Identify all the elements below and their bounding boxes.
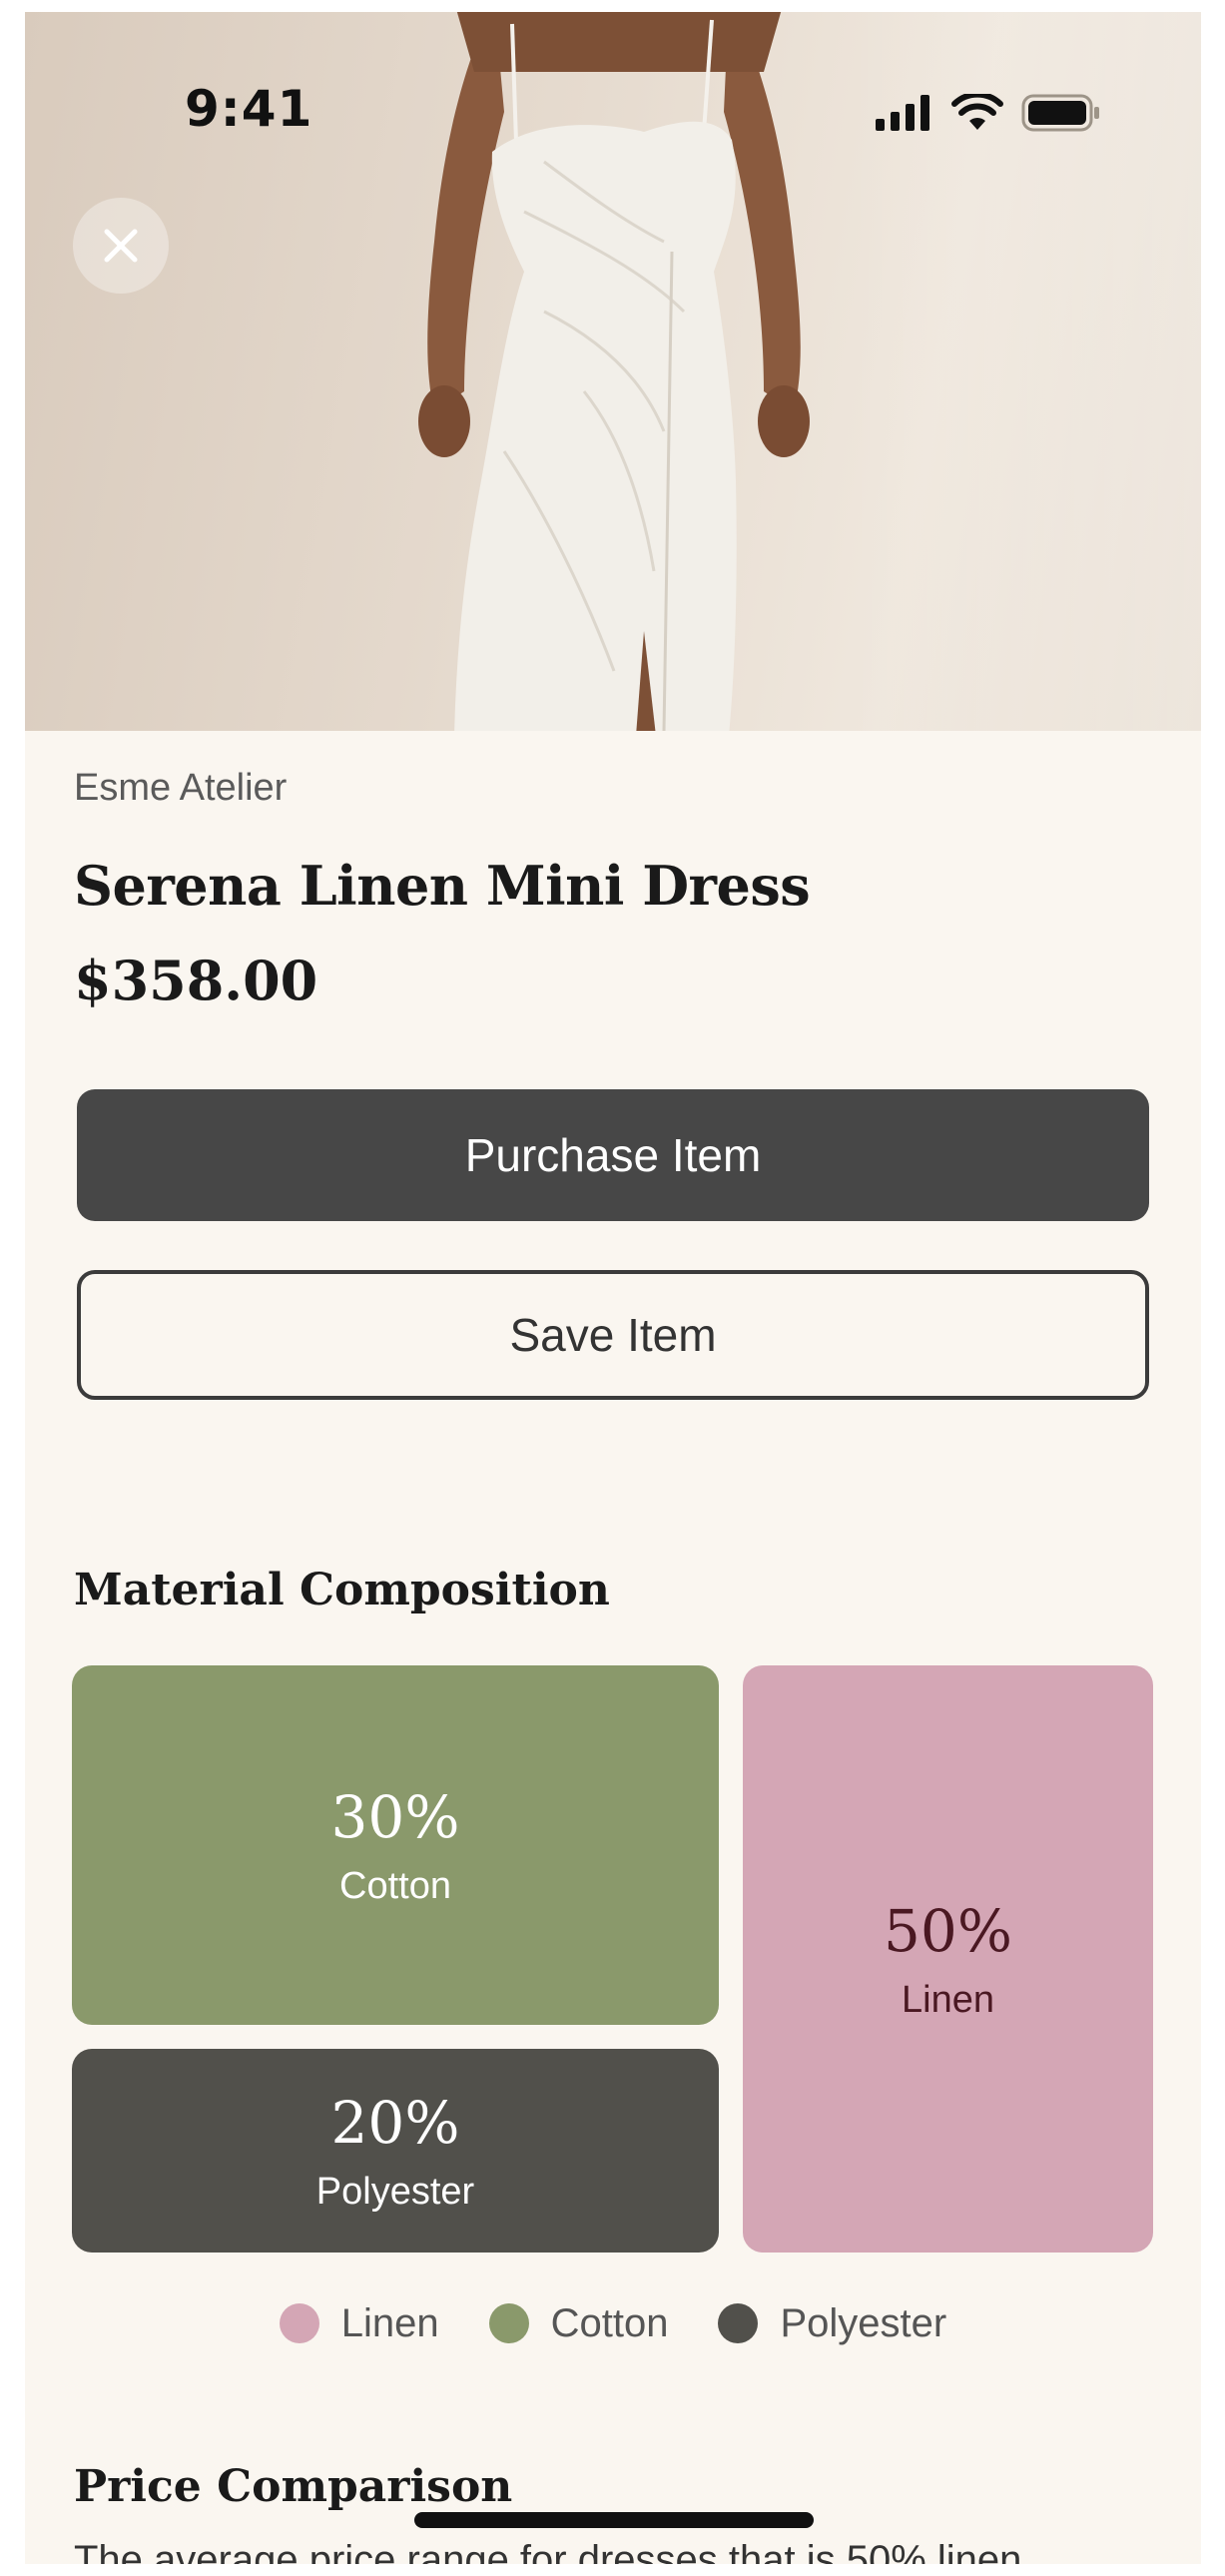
status-time: 9:41 [185, 80, 313, 138]
legend-dot [718, 2303, 759, 2343]
treemap-tile-linen: 50% Linen [743, 1665, 1153, 2253]
tile-percent: 20% [330, 2088, 460, 2157]
purchase-item-button[interactable]: Purchase Item [77, 1089, 1149, 1221]
status-bar: 9:41 [25, 12, 1201, 172]
product-title: Serena Linen Mini Dress [74, 854, 811, 918]
treemap-tile-cotton: 30% Cotton [72, 1665, 719, 2025]
home-indicator[interactable] [414, 2512, 814, 2528]
legend-item-polyester: Polyester [718, 2301, 946, 2346]
legend-label: Linen [340, 2300, 439, 2345]
price-comparison-text: The average price range for dresses that… [74, 2538, 1022, 2564]
chart-legend: Linen Cotton Polyester [25, 2298, 1201, 2348]
close-button[interactable] [73, 198, 169, 294]
wifi-icon [951, 94, 1003, 130]
tile-label: Cotton [339, 1864, 451, 1907]
save-item-button[interactable]: Save Item [77, 1270, 1149, 1400]
material-composition-title: Material Composition [74, 1565, 610, 1615]
product-price: $358.00 [74, 949, 318, 1012]
legend-item-cotton: Cotton [488, 2300, 669, 2346]
treemap-tile-polyester: 20% Polyester [72, 2049, 719, 2253]
legend-dot [488, 2303, 529, 2343]
legend-label: Cotton [550, 2300, 669, 2345]
tile-label: Linen [902, 1978, 994, 2021]
screen: 9:41 Esme Atelier Serena Linen Mini Dres… [25, 12, 1201, 2564]
cellular-signal-icon [876, 95, 929, 131]
price-comparison-title: Price Comparison [74, 2461, 513, 2512]
product-image: 9:41 [25, 12, 1201, 731]
tile-percent: 50% [884, 1896, 1012, 1965]
brand-name[interactable]: Esme Atelier [74, 767, 287, 810]
legend-dot [279, 2303, 319, 2343]
battery-icon [1021, 94, 1099, 132]
close-icon [104, 229, 138, 263]
legend-label: Polyester [780, 2300, 947, 2345]
legend-item-linen: Linen [279, 2300, 439, 2346]
tile-label: Polyester [315, 2170, 475, 2213]
tile-percent: 30% [330, 1782, 460, 1851]
